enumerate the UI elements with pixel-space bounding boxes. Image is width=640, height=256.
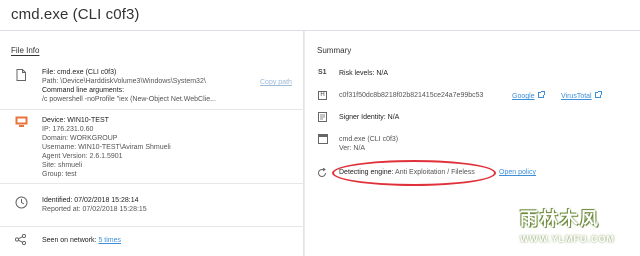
device: Device: WIN10-TEST: [42, 117, 109, 124]
reported-time: Reported at: 07/02/2018 15:28:15: [42, 206, 147, 213]
google-link-wrap: Google: [512, 91, 545, 101]
virustotal-link[interactable]: VirusTotal: [561, 93, 592, 100]
file-path: Path: \Device\HarddiskVolume3\Windows\Sy…: [42, 78, 206, 85]
open-policy-link[interactable]: Open policy: [499, 169, 536, 176]
summary-version: Ver: N/A: [339, 145, 366, 152]
cmd-args-value: /c powershell -noProfile "iex (New-Objec…: [42, 96, 216, 103]
highlight-annotation: [332, 160, 496, 186]
divider: [0, 183, 304, 184]
header-bar: cmd.exe (CLI c0f3): [0, 0, 640, 31]
certificate-icon: [318, 112, 327, 122]
file-info-panel: File Info File: cmd.exe (CLI c0f3) Path:…: [0, 31, 304, 256]
virustotal-link-wrap: VirusTotal: [561, 91, 602, 101]
file-hash: c0f31f50dc8b8218f02b821415ce24a7e99bc53: [339, 92, 484, 99]
summary-title: Summary: [317, 46, 352, 55]
cmd-args-label: Command line arguments:: [42, 87, 125, 94]
risk-icon: S1: [318, 69, 327, 76]
window-icon: [318, 134, 328, 144]
file-icon: [16, 69, 26, 81]
device-icon: [15, 116, 28, 127]
domain: Domain: WORKGROUP: [42, 135, 118, 142]
watermark-url: WWW.YLMFU.COM: [520, 234, 615, 244]
file-name: File: cmd.exe (CLI c0f3): [42, 69, 117, 76]
external-link-icon: [537, 91, 545, 98]
copy-path-link[interactable]: Copy path: [260, 79, 292, 86]
site: Site: shmueli: [42, 162, 83, 169]
summary-file-name: cmd.exe (CLI c0f3): [339, 136, 399, 143]
watermark-logo: 雨林木风: [520, 209, 600, 230]
page-title: cmd.exe (CLI c0f3): [11, 6, 140, 23]
divider: [0, 226, 304, 227]
risk-levels: Risk levels: N/A: [339, 70, 389, 77]
share-icon: [15, 234, 26, 245]
seen-label: Seen on network:: [42, 237, 97, 244]
seen-on-network: Seen on network: 5 times: [42, 237, 121, 245]
signer-identity: Signer Identity: N/A: [339, 114, 400, 121]
seen-count-link[interactable]: 5 times: [98, 237, 121, 244]
file-info-tab[interactable]: File Info: [11, 46, 39, 55]
google-link[interactable]: Google: [512, 93, 535, 100]
hash-icon: H: [318, 91, 327, 100]
external-link-icon: [594, 91, 602, 98]
divider: [0, 109, 304, 110]
agent-version: Agent Version: 2.6.1.5901: [42, 153, 123, 160]
identified-time: Identified: 07/02/2018 15:28:14: [42, 197, 139, 204]
refresh-icon: [318, 168, 326, 177]
clock-icon: [15, 196, 28, 209]
group: Group: test: [42, 171, 77, 178]
open-policy-wrap: Open policy: [499, 169, 536, 177]
ip: IP: 176.231.0.60: [42, 126, 94, 133]
username: Username: WIN10-TEST\Aviram Shmueli: [42, 144, 171, 151]
